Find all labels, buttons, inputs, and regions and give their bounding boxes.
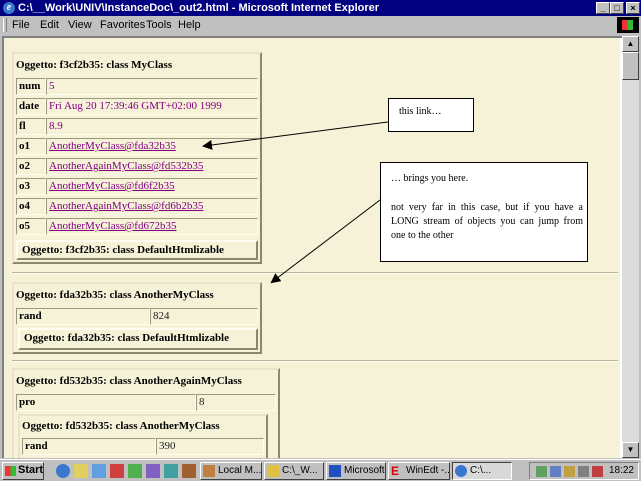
annotation-arrows: [202, 121, 389, 284]
taskbar-button-label: C:\_W...: [282, 465, 318, 476]
menu-edit[interactable]: Edit: [40, 19, 59, 31]
menu-help[interactable]: Help: [178, 19, 201, 31]
taskbar-button-label: Local M...: [218, 465, 262, 476]
menu-favorites[interactable]: Favorites: [100, 19, 145, 31]
taskbar-button-winedt[interactable]: E WinEdt -...: [388, 462, 450, 480]
app-quicklaunch-icon[interactable]: [128, 464, 142, 478]
maximize-button[interactable]: □: [610, 2, 624, 14]
taskbar-button-local[interactable]: Local M...: [200, 462, 262, 480]
tray-app-icon[interactable]: [550, 466, 561, 477]
app-quicklaunch-icon[interactable]: [110, 464, 124, 478]
tray-volume-icon[interactable]: [578, 466, 589, 477]
start-button[interactable]: Start: [2, 462, 44, 480]
taskbar: Start Local M... C:\_W... Microsoft... E…: [0, 459, 641, 481]
toolbar-grip[interactable]: [3, 18, 7, 32]
tray-app-icon[interactable]: [592, 466, 603, 477]
taskbar-button-label: Microsoft...: [344, 465, 385, 476]
taskbar-button-label: C:\...: [470, 465, 492, 476]
vertical-scrollbar[interactable]: ▲ ▼: [622, 36, 639, 458]
app-icon: [203, 465, 215, 477]
ie-icon: [455, 465, 467, 477]
app-quicklaunch-icon[interactable]: [164, 464, 178, 478]
minimize-button[interactable]: _: [596, 2, 610, 14]
word-icon: [329, 465, 341, 477]
tray-network-icon[interactable]: [536, 466, 547, 477]
scroll-up-button[interactable]: ▲: [622, 36, 639, 52]
outlook-quicklaunch-icon[interactable]: [74, 464, 88, 478]
taskbar-button-folder[interactable]: C:\_W...: [264, 462, 324, 480]
taskbar-button-label: WinEdt -...: [406, 465, 450, 476]
windows-logo-icon: [617, 17, 639, 33]
desktop-quicklaunch-icon[interactable]: [92, 464, 106, 478]
winedt-icon: E: [391, 464, 400, 478]
title-bar: e C:\__Work\UNIV\InstanceDoc\_out2.html …: [0, 0, 641, 16]
app-quicklaunch-icon[interactable]: [182, 464, 196, 478]
tray-app-icon[interactable]: [564, 466, 575, 477]
menu-bar: File Edit View Favorites Tools Help: [0, 16, 641, 34]
windows-flag-icon: [5, 466, 16, 476]
start-label: Start: [18, 464, 44, 476]
menu-file[interactable]: File: [12, 19, 30, 31]
taskbar-button-word[interactable]: Microsoft...: [326, 462, 386, 480]
ie-quicklaunch-icon[interactable]: [56, 464, 70, 478]
menu-view[interactable]: View: [68, 19, 92, 31]
arrow-to-link: [202, 121, 389, 150]
menu-tools[interactable]: Tools: [146, 19, 172, 31]
close-button[interactable]: ×: [626, 2, 640, 14]
window-title: C:\__Work\UNIV\InstanceDoc\_out2.html - …: [18, 2, 380, 14]
system-tray: 18:22: [529, 462, 639, 480]
internet-explorer-icon: e: [3, 2, 15, 14]
taskbar-clock: 18:22: [608, 465, 634, 476]
scroll-thumb[interactable]: [622, 52, 639, 80]
browser-viewport: Oggetto: f3cf2b35: class MyClass num 5 d…: [2, 36, 622, 458]
taskbar-button-explorer[interactable]: C:\...: [452, 462, 512, 480]
app-quicklaunch-icon[interactable]: [146, 464, 160, 478]
scroll-down-button[interactable]: ▼: [622, 442, 639, 458]
arrow-to-object: [270, 199, 381, 284]
page-content: Oggetto: f3cf2b35: class MyClass num 5 d…: [4, 38, 620, 458]
folder-icon: [267, 465, 279, 477]
